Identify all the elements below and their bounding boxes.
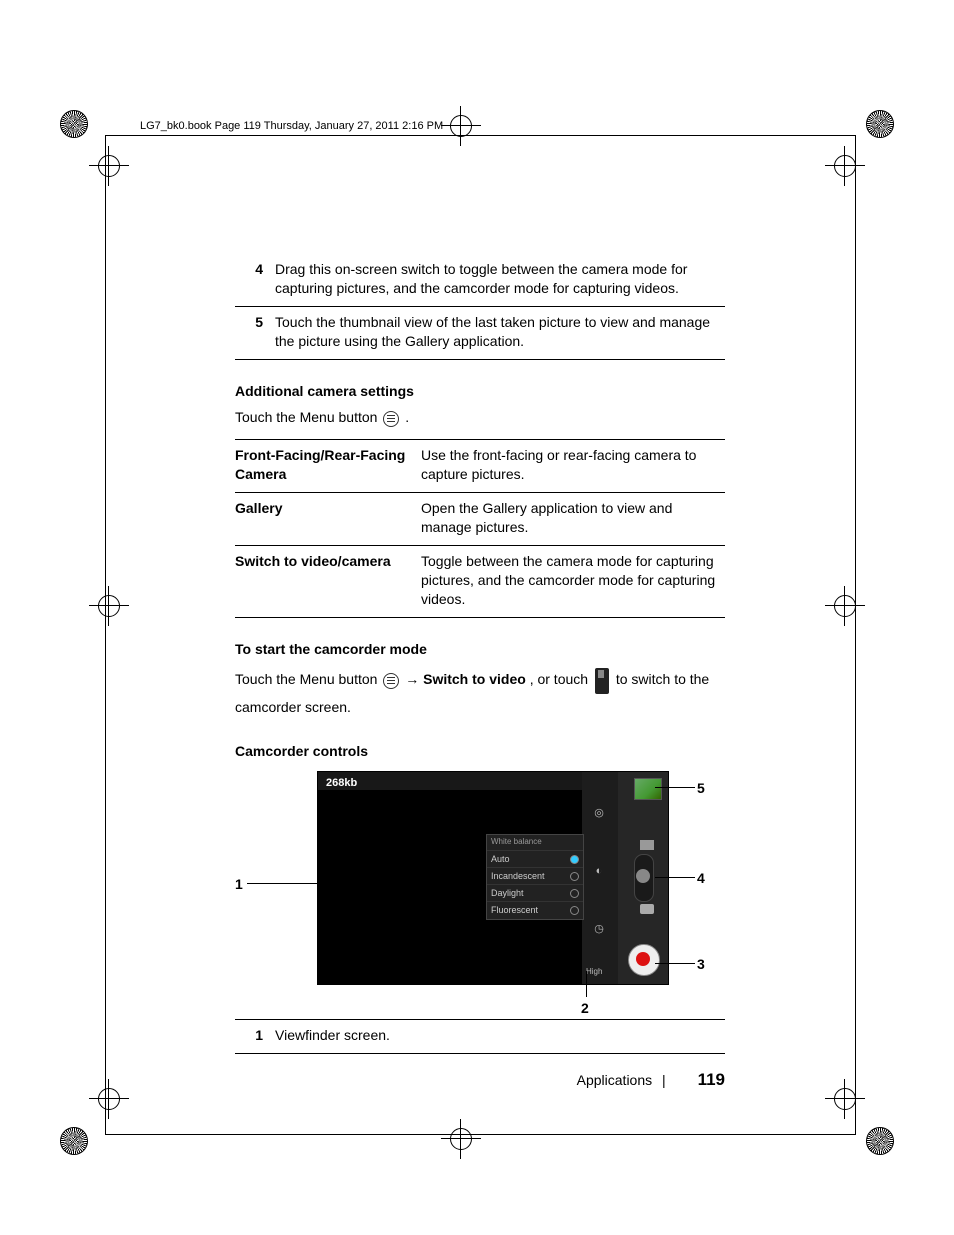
crop-mark-icon	[60, 1105, 120, 1165]
popup-item-label: Fluorescent	[491, 904, 538, 916]
radio-selected-icon	[570, 855, 579, 864]
crop-mark-icon	[60, 580, 120, 640]
arrow-icon: →	[405, 671, 423, 687]
step-text: Touch the thumbnail view of the last tak…	[269, 306, 725, 359]
setting-label: Switch to video/camera	[235, 545, 421, 617]
popup-item-label: Incandescent	[491, 870, 545, 882]
callout-line	[655, 877, 695, 878]
start-camcorder-instruction: Touch the Menu button → Switch to video …	[235, 666, 725, 720]
menu-button-icon	[383, 673, 399, 689]
section-heading-start-camcorder: To start the camcorder mode	[235, 640, 725, 659]
crop-rule	[105, 135, 855, 136]
camcorder-screenshot: 268kb White balance Auto Incandescent Da…	[317, 771, 669, 985]
table-row: 1 Viewfinder screen.	[235, 1020, 725, 1054]
video-mode-icon	[640, 840, 654, 850]
table-row: 5 Touch the thumbnail view of the last t…	[235, 306, 725, 359]
callout-line	[655, 787, 695, 788]
crop-rule	[105, 135, 106, 1135]
callout-number: 1	[235, 1020, 269, 1054]
white-balance-icon: ◐	[592, 864, 606, 878]
mode-switch-icon	[595, 668, 609, 694]
camera-mode-icon	[640, 904, 654, 914]
step-number: 5	[235, 306, 269, 359]
camcorder-callout-table: 1 Viewfinder screen.	[235, 1019, 725, 1054]
callout-2: 2	[581, 999, 589, 1018]
crop-mark-icon	[440, 100, 500, 160]
popup-item: Fluorescent	[487, 901, 583, 918]
setting-label: Gallery	[235, 493, 421, 546]
text: Touch the Menu button	[235, 671, 381, 687]
settings-table: Front-Facing/Rear-Facing Camera Use the …	[235, 439, 725, 617]
crop-mark-icon	[834, 1105, 894, 1165]
menu-button-icon	[383, 411, 399, 427]
table-row: Gallery Open the Gallery application to …	[235, 493, 725, 546]
numbered-steps-table: 4 Drag this on-screen switch to toggle b…	[235, 254, 725, 360]
popup-item: Auto	[487, 850, 583, 867]
text: Touch the Menu button	[235, 409, 381, 425]
popup-item-label: Daylight	[491, 887, 524, 899]
last-video-thumbnail	[634, 778, 662, 800]
table-row: 4 Drag this on-screen switch to toggle b…	[235, 254, 725, 306]
table-row: Front-Facing/Rear-Facing Camera Use the …	[235, 440, 725, 493]
text: .	[405, 409, 409, 425]
callout-line	[586, 971, 587, 997]
text: , or touch	[530, 671, 592, 687]
crop-rule	[105, 1134, 855, 1135]
section-heading-additional: Additional camera settings	[235, 382, 725, 401]
callout-line	[655, 963, 695, 964]
radio-icon	[570, 889, 579, 898]
menu-instruction: Touch the Menu button .	[235, 408, 725, 427]
popup-item-label: Auto	[491, 853, 510, 865]
footer-separator: |	[662, 1072, 666, 1088]
page-footer: Applications | 119	[235, 1070, 725, 1090]
table-row: Switch to video/camera Toggle between th…	[235, 545, 725, 617]
step-number: 4	[235, 254, 269, 306]
crop-mark-icon	[834, 100, 894, 160]
switch-to-video-label: Switch to video	[423, 671, 526, 687]
crop-rule	[855, 135, 856, 1135]
setting-desc: Toggle between the camera mode for captu…	[421, 545, 725, 617]
step-text: Drag this on-screen switch to toggle bet…	[269, 254, 725, 306]
quality-label: High	[586, 967, 602, 978]
crop-mark-icon	[60, 100, 120, 160]
white-balance-popup: White balance Auto Incandescent Daylight…	[486, 834, 584, 919]
radio-icon	[570, 906, 579, 915]
popup-item: Incandescent	[487, 867, 583, 884]
section-heading-camcorder-controls: Camcorder controls	[235, 742, 725, 761]
settings-icon: ◎	[592, 806, 606, 820]
radio-icon	[570, 872, 579, 881]
running-head: LG7_bk0.book Page 119 Thursday, January …	[140, 120, 443, 132]
settings-column	[582, 772, 618, 984]
page-number: 119	[698, 1070, 725, 1089]
callout-text: Viewfinder screen.	[269, 1020, 725, 1054]
crop-mark-icon	[834, 580, 894, 640]
setting-label: Front-Facing/Rear-Facing Camera	[235, 440, 421, 493]
callout-4: 4	[697, 869, 705, 888]
callout-line	[247, 883, 317, 884]
timer-icon: ◷	[592, 922, 606, 936]
camcorder-illustration: 268kb White balance Auto Incandescent Da…	[235, 771, 725, 1011]
record-button	[628, 944, 660, 976]
popup-item: Daylight	[487, 884, 583, 901]
callout-3: 3	[697, 955, 705, 974]
callout-5: 5	[697, 779, 705, 798]
file-size-badge: 268kb	[326, 776, 357, 791]
setting-desc: Open the Gallery application to view and…	[421, 493, 725, 546]
mode-switch	[634, 854, 654, 902]
popup-title: White balance	[487, 835, 583, 850]
crop-mark-icon	[440, 1105, 500, 1165]
chapter-name: Applications	[577, 1072, 653, 1088]
callout-1: 1	[235, 875, 243, 894]
setting-desc: Use the front-facing or rear-facing came…	[421, 440, 725, 493]
